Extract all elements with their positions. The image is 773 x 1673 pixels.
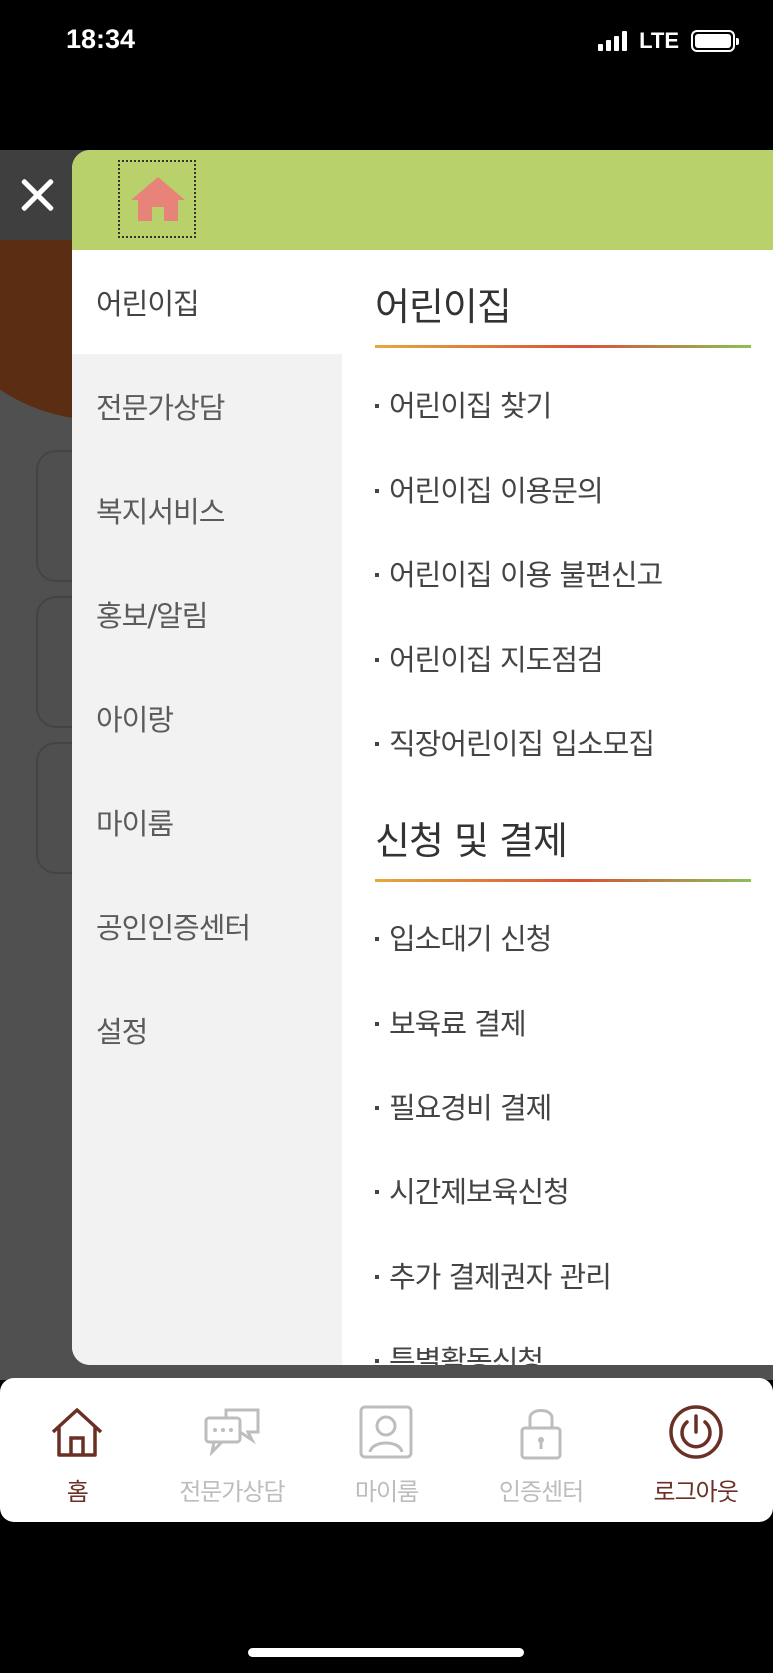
category-my-room[interactable]: 마이룸	[72, 770, 342, 874]
signal-icon	[598, 31, 628, 51]
side-drawer: 어린이집 전문가상담 복지서비스 홍보/알림 아이랑 마이룸 공인인증센터 설정…	[72, 150, 773, 1365]
network-type: LTE	[639, 28, 679, 53]
submenu-item[interactable]: 특별활동신청	[375, 1338, 544, 1365]
category-menu: 어린이집 전문가상담 복지서비스 홍보/알림 아이랑 마이룸 공인인증센터 설정	[72, 250, 342, 1365]
nav-my-room[interactable]: 마이룸	[309, 1378, 464, 1522]
category-childcare[interactable]: 어린이집	[72, 250, 342, 354]
status-indicators: LTE	[598, 28, 739, 54]
section-divider	[375, 345, 751, 348]
submenu-item[interactable]: 시간제보육신청	[375, 1169, 570, 1211]
section-title: 신청 및 결제	[375, 819, 568, 863]
category-welfare-service[interactable]: 복지서비스	[72, 458, 342, 562]
status-bar: 18:34 LTE	[0, 0, 773, 88]
submenu-item[interactable]: 어린이집 지도점검	[375, 637, 604, 679]
nav-expert-counseling[interactable]: 전문가상담	[155, 1378, 310, 1522]
close-menu-button[interactable]	[14, 172, 60, 218]
category-with-child[interactable]: 아이랑	[72, 666, 342, 770]
submenu-item[interactable]: 추가 결제권자 관리	[375, 1254, 612, 1296]
nav-home[interactable]: 홈	[0, 1378, 155, 1522]
drawer-header	[72, 150, 773, 250]
category-settings[interactable]: 설정	[72, 978, 342, 1082]
battery-icon	[691, 30, 739, 52]
home-indicator[interactable]	[248, 1648, 524, 1657]
submenu-item[interactable]: 입소대기 신청	[375, 916, 552, 958]
submenu-item[interactable]: 필요경비 결제	[375, 1085, 552, 1127]
submenu-item[interactable]: 직장어린이집 입소모집	[375, 721, 655, 763]
lock-icon	[520, 1409, 562, 1460]
submenu-item[interactable]: 어린이집 찾기	[375, 383, 552, 425]
submenu-panel: 어린이집 어린이집 찾기 어린이집 이용문의 어린이집 이용 불편신고 어린이집…	[342, 250, 773, 1365]
category-notice[interactable]: 홍보/알림	[72, 562, 342, 666]
home-icon	[52, 1408, 103, 1457]
status-time: 18:34	[66, 24, 136, 54]
home-icon	[131, 177, 185, 221]
submenu-item[interactable]: 보육료 결제	[375, 1001, 527, 1043]
submenu-item[interactable]: 어린이집 이용문의	[375, 468, 604, 510]
chat-icon	[204, 1408, 260, 1457]
category-expert-counseling[interactable]: 전문가상담	[72, 354, 342, 458]
category-certificate-center[interactable]: 공인인증센터	[72, 874, 342, 978]
submenu-item[interactable]: 어린이집 이용 불편신고	[375, 552, 663, 594]
section-divider	[375, 879, 751, 882]
bottom-nav: 홈 전문가상담 마이룸 인증센터 로그아웃	[0, 1378, 773, 1522]
section-title: 어린이집	[375, 285, 512, 329]
nav-certificate-center[interactable]: 인증센터	[464, 1378, 619, 1522]
drawer-home-button[interactable]	[118, 160, 196, 238]
power-icon	[668, 1405, 723, 1459]
nav-logout[interactable]: 로그아웃	[618, 1378, 773, 1522]
person-icon	[359, 1405, 413, 1459]
